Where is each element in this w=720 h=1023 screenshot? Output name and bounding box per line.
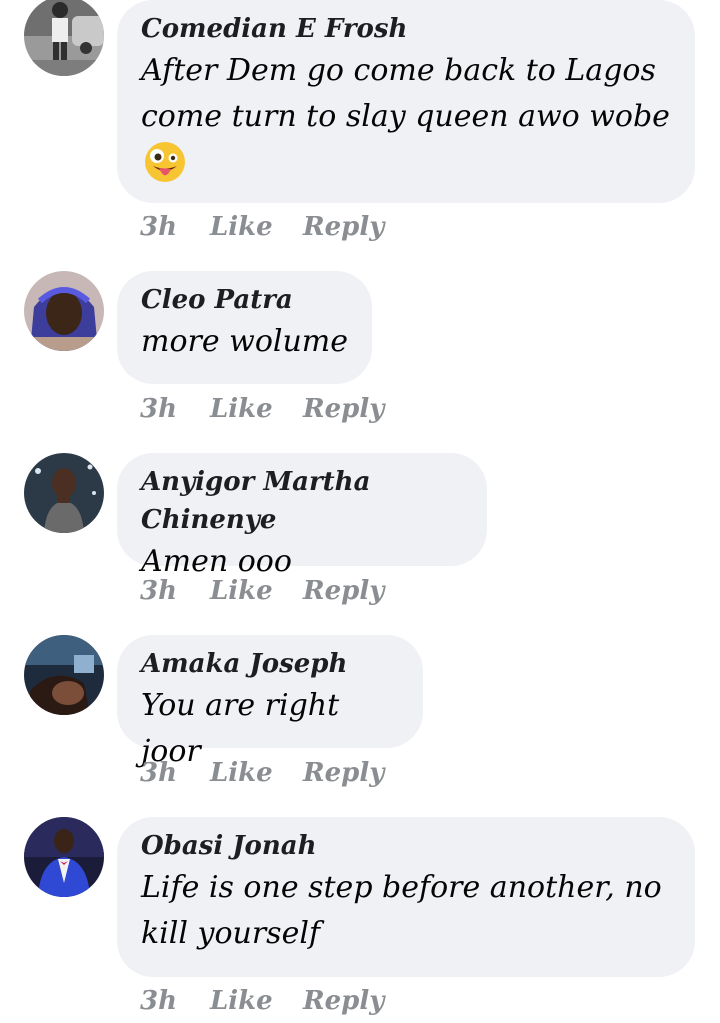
comment-actions: 3h Like Reply [140,983,384,1019]
comment-author[interactable]: Comedian E Frosh [141,10,671,48]
reply-button[interactable]: Reply [303,576,384,606]
like-button[interactable]: Like [210,212,303,242]
comment-bubble: Comedian E Frosh After Dem go come back … [117,0,695,203]
like-button[interactable]: Like [210,394,303,424]
comment-timestamp: 3h [140,758,177,788]
like-button[interactable]: Like [210,576,303,606]
comment-actions: 3h Like Reply [140,755,384,791]
comment-bubble: Amaka Joseph You are right joor [117,635,423,769]
comment-timestamp: 3h [140,576,177,606]
reply-button[interactable]: Reply [303,394,384,424]
comment-actions: 3h Like Reply [140,573,384,609]
avatar[interactable] [24,271,104,351]
comment-timestamp: 3h [140,212,177,242]
comment-text: more wolume [141,324,348,359]
comment-bubble: Anyigor Martha Chinenye Amen ooo [117,453,487,579]
comment-text: Life is one step before another, no kill… [141,870,662,951]
avatar[interactable] [24,0,104,76]
comment-author[interactable]: Amaka Joseph [141,645,399,683]
like-button[interactable]: Like [210,758,303,788]
comment-text: After Dem go come back to Lagos come tur… [141,48,671,198]
reply-button[interactable]: Reply [303,986,384,1016]
reply-button[interactable]: Reply [303,212,384,242]
comment-timestamp: 3h [140,394,177,424]
zany-face-emoji-icon [143,140,187,198]
comment-bubble: Obasi Jonah Life is one step before anot… [117,817,695,977]
comment-text-body: After Dem go come back to Lagos come tur… [141,53,670,134]
comment-actions: 3h Like Reply [140,209,384,245]
comment-author[interactable]: Anyigor Martha Chinenye [141,463,463,539]
avatar[interactable] [24,635,104,715]
comment-actions: 3h Like Reply [140,391,384,427]
reply-button[interactable]: Reply [303,758,384,788]
avatar[interactable] [24,817,104,897]
like-button[interactable]: Like [210,986,303,1016]
comment-author[interactable]: Cleo Patra [141,281,348,319]
comment-bubble: Cleo Patra more wolume [117,271,372,384]
comment-timestamp: 3h [140,986,177,1016]
comment-author[interactable]: Obasi Jonah [141,827,671,865]
avatar[interactable] [24,453,104,533]
